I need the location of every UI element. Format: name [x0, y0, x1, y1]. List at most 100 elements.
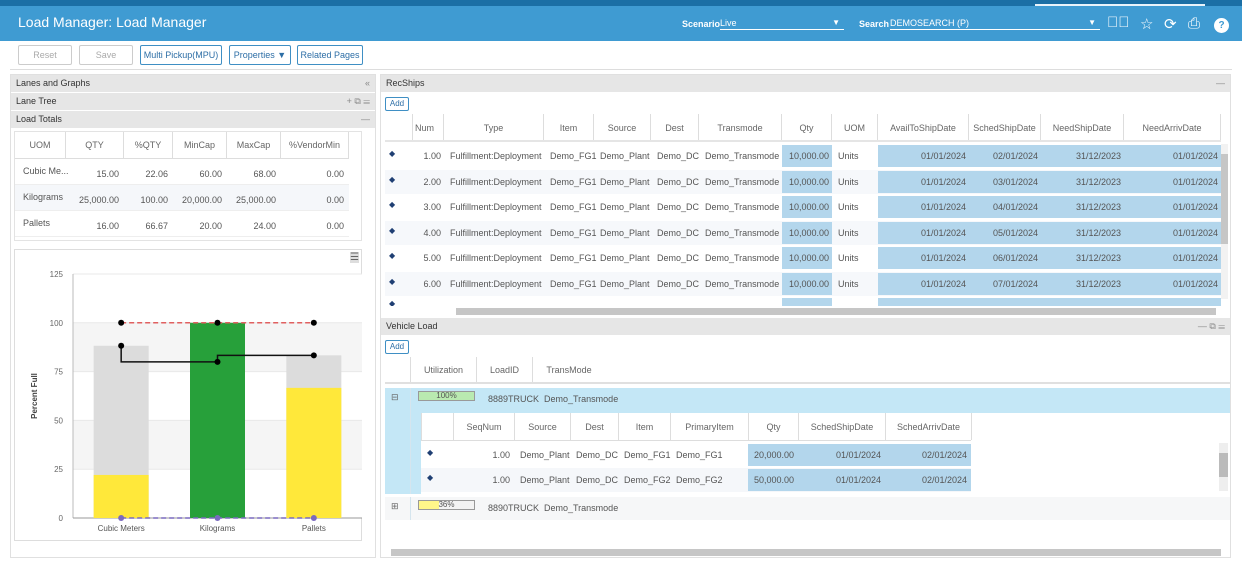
row-marker-icon[interactable]: ◆	[389, 277, 395, 286]
vehicle-hscroll[interactable]	[391, 549, 1221, 556]
row-marker-icon[interactable]: ◆	[389, 251, 395, 260]
recships-vscroll[interactable]	[1221, 144, 1228, 299]
column-header[interactable]: UOM	[15, 132, 66, 158]
table-row[interactable]: ◆ 1.00 Fulfillment:Deployment Demo_FG1 Demo_…	[385, 144, 1221, 168]
column-header[interactable]: MaxCap	[227, 132, 281, 158]
table-cell: Demo_Plant	[600, 227, 650, 238]
minimize-icon[interactable]: —	[1216, 75, 1225, 92]
utilization-bar: 36%	[418, 500, 475, 510]
star-icon[interactable]: ☆	[1140, 15, 1153, 33]
search-select[interactable]: DEMOSEARCH (P) ▼	[890, 18, 1100, 30]
minimize-icon[interactable]: —	[361, 111, 370, 128]
column-header[interactable]: Source	[594, 114, 651, 140]
column-header[interactable]: Qty	[749, 413, 799, 440]
row-marker-icon[interactable]: ◆	[389, 149, 395, 158]
help-icon[interactable]: ?	[1214, 18, 1229, 33]
load-row[interactable]: ⊟ 100% 8889TRUCK Demo_Transmode SeqNum Source…	[385, 388, 1230, 494]
column-header[interactable]: AvailToShipDate	[878, 114, 969, 140]
table-row[interactable]: Kilograms 25,000.00 100.00 20,000.00 25,000.…	[15, 185, 349, 211]
table-cell: Demo_Plant	[600, 151, 650, 161]
table-cell: Fulfillment:Deployment	[450, 278, 542, 289]
recships-hscroll[interactable]	[456, 308, 1216, 315]
table-row[interactable]: ◆ 4.00 Fulfillment:Deployment Demo_FG1 Demo_…	[385, 220, 1221, 245]
table-row[interactable]: Pallets 16.00 66.67 20.00 24.00 0.00	[15, 211, 349, 237]
recships-add-button[interactable]: Add	[385, 97, 409, 111]
table-cell: 2.00	[423, 176, 441, 187]
chart-menu-icon[interactable]: ☰	[350, 252, 359, 263]
column-header[interactable]: Dest	[571, 413, 619, 440]
row-marker-icon[interactable]: ◆	[389, 200, 395, 209]
column-header[interactable]: NeedArrivDate	[1124, 114, 1221, 140]
table-cell: Fulfillment:Deployment	[450, 227, 542, 238]
column-header[interactable]: SchedShipDate	[969, 114, 1041, 140]
row-marker-icon[interactable]: ◆	[389, 226, 395, 235]
row-marker-icon[interactable]: ◆	[427, 448, 433, 457]
table-row[interactable]: ◆ 3.00 Fulfillment:Deployment Demo_FG1 Demo_…	[385, 195, 1221, 219]
column-header[interactable]: Source	[515, 413, 571, 440]
column-header[interactable]: NeedShipDate	[1041, 114, 1124, 140]
print-icon[interactable]: ⎙	[1188, 15, 1200, 32]
go-arrow-icon[interactable]: ➔⃝	[1107, 14, 1130, 31]
table-row[interactable]: ◆ 6.00 Fulfillment:Deployment Demo_FG1 Demo_…	[385, 271, 1221, 296]
column-header[interactable]: %QTY	[124, 132, 173, 158]
right-panel: RecShips — Add Num Type Item Source Dest Trans…	[380, 74, 1231, 558]
detail-vscroll[interactable]	[1219, 443, 1228, 491]
table-row[interactable]: ◆ 2.00 Fulfillment:Deployment Demo_FG1 Demo_…	[385, 169, 1221, 194]
column-header[interactable]: MinCap	[173, 132, 227, 158]
cell-partial	[782, 298, 832, 306]
vehicle-add-button[interactable]: Add	[385, 340, 409, 354]
grid-band	[73, 274, 362, 323]
table-row[interactable]: ◆ 1.00 Demo_Plant Demo_DC Demo_FG1 Demo_FG1 20…	[421, 443, 971, 467]
column-header[interactable]: LoadID	[477, 357, 533, 382]
table-row[interactable]: ◆ 1.00 Demo_Plant Demo_DC Demo_FG2 Demo_FG2 50…	[421, 468, 971, 492]
vehicle-tools-icon[interactable]: — ⧉ ☰	[1198, 318, 1225, 335]
table-cell: 01/01/2024	[1124, 170, 1221, 193]
column-header[interactable]: TransMode	[533, 357, 605, 382]
table-cell: Kilograms	[23, 192, 64, 202]
row-marker-icon[interactable]: ◆	[389, 175, 395, 184]
refresh-icon[interactable]: ⟳	[1164, 15, 1177, 33]
table-row[interactable]: Cubic Me... 15.00 22.06 60.00 68.00 0.00	[15, 159, 349, 185]
column-header[interactable]: SeqNum	[454, 413, 515, 440]
column-header[interactable]: Dest	[651, 114, 699, 140]
lane-tree-tools-icon[interactable]: + ⧉ ☰	[347, 93, 370, 110]
load-transmode: Demo_Transmode	[544, 394, 619, 404]
column-header[interactable]: QTY	[66, 132, 124, 158]
column-header[interactable]: PrimaryItem	[671, 413, 749, 440]
column-header[interactable]: Transmode	[699, 114, 782, 140]
related-pages-button[interactable]: Related Pages	[297, 45, 363, 65]
reset-button[interactable]: Reset	[18, 45, 72, 65]
save-button[interactable]: Save	[79, 45, 133, 65]
load-id[interactable]: 8890TRUCK	[488, 503, 539, 513]
table-cell: Demo_Plant	[600, 278, 650, 289]
expand-toggle-icon[interactable]: ⊟	[391, 392, 399, 403]
row-marker-icon[interactable]: ◆	[427, 473, 433, 482]
table-cell: Demo_DC	[576, 475, 619, 485]
column-header[interactable]: %VendorMin	[281, 132, 349, 158]
column-header[interactable]: SchedArrivDate	[886, 413, 972, 440]
multi-pickup-button[interactable]: Multi Pickup(MPU)	[140, 45, 222, 65]
column-header[interactable]: UOM	[832, 114, 878, 140]
column-header[interactable]: Num	[413, 114, 444, 140]
load-id[interactable]: 8889TRUCK	[488, 394, 539, 404]
column-header[interactable]: Item	[619, 413, 671, 440]
collapse-icon[interactable]: «	[365, 75, 370, 92]
column-header[interactable]: Item	[544, 114, 594, 140]
properties-button[interactable]: Properties ▼	[229, 45, 291, 65]
table-cell: 01/01/2024	[878, 272, 969, 295]
table-cell: Units	[838, 151, 859, 161]
scenario-select[interactable]: Live ▼	[720, 18, 844, 30]
row-marker-icon: ◆	[389, 299, 396, 306]
y-tick-label: 25	[54, 465, 63, 474]
column-header[interactable]: SchedShipDate	[799, 413, 886, 440]
table-cell: Fulfillment:Deployment	[450, 202, 542, 212]
table-row[interactable]: ◆ 5.00 Fulfillment:Deployment Demo_FG1 Demo_…	[385, 246, 1221, 270]
load-row[interactable]: ⊞ 36% 8890TRUCK Demo_Transmode	[385, 497, 1230, 520]
column-header[interactable]: Qty	[782, 114, 832, 140]
expand-toggle-icon[interactable]: ⊞	[391, 501, 399, 512]
table-cell: Demo_FG1	[624, 450, 671, 460]
utilization-bar-kilograms	[190, 322, 245, 518]
column-header[interactable]: Utilization	[411, 357, 477, 382]
toolbar: Reset Save Multi Pickup(MPU) Properties …	[10, 41, 1232, 70]
column-header[interactable]: Type	[444, 114, 544, 140]
